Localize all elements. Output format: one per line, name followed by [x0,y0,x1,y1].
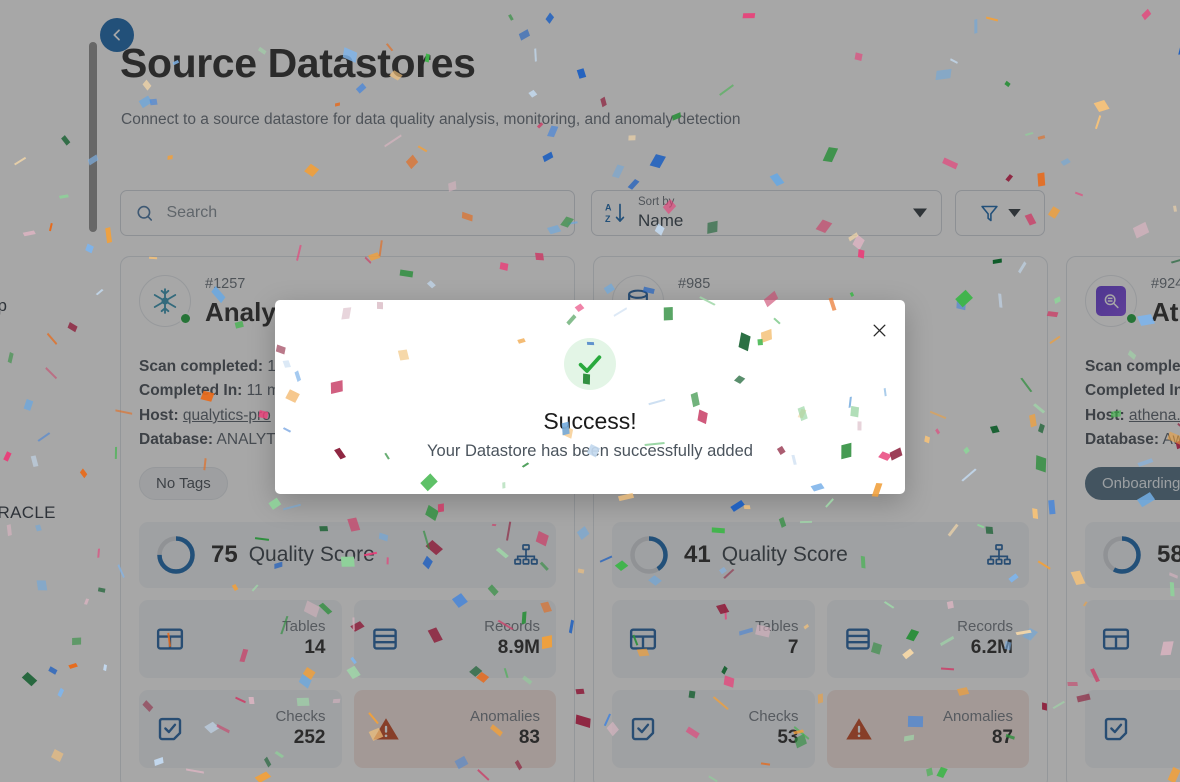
check-icon [578,355,602,373]
close-icon [873,324,885,336]
modal-title: Success! [543,408,637,434]
close-button[interactable] [867,318,891,342]
check-circle-icon [564,338,616,390]
app-root: pp ORACLE Source Datastores Co [0,0,1180,782]
modal-subtitle: Your Datastore has been successfully add… [427,442,753,460]
success-modal: Success! Your Datastore has been success… [275,300,905,494]
